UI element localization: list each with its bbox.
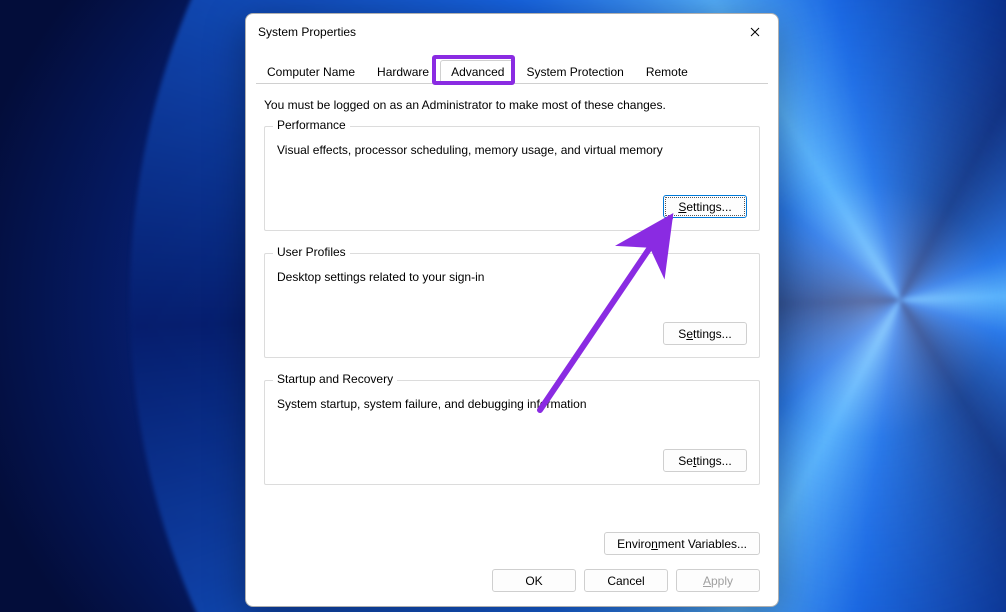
close-icon [750,27,760,37]
startup-recovery-desc: System startup, system failure, and debu… [277,397,747,411]
tab-remote[interactable]: Remote [635,60,699,83]
performance-group: Performance Visual effects, processor sc… [264,126,760,231]
env-variables-row: Environment Variables... [246,532,778,555]
tab-content: You must be logged on as an Administrato… [246,84,778,528]
tab-advanced[interactable]: Advanced [440,60,515,84]
apply-button[interactable]: Apply [676,569,760,592]
performance-desc: Visual effects, processor scheduling, me… [277,143,747,157]
performance-settings-button[interactable]: Settings... [663,195,747,218]
titlebar: System Properties [246,14,778,50]
ok-button[interactable]: OK [492,569,576,592]
tab-hardware[interactable]: Hardware [366,60,440,83]
system-properties-dialog: System Properties Computer Name Hardware… [245,13,779,607]
user-profiles-group: User Profiles Desktop settings related t… [264,253,760,358]
user-profiles-desc: Desktop settings related to your sign-in [277,270,747,284]
tab-strip: Computer Name Hardware Advanced System P… [256,60,768,84]
environment-variables-button[interactable]: Environment Variables... [604,532,760,555]
tab-computer-name[interactable]: Computer Name [256,60,366,83]
close-button[interactable] [732,16,778,48]
startup-recovery-group-title: Startup and Recovery [273,372,397,386]
performance-group-title: Performance [273,118,350,132]
user-profiles-settings-button[interactable]: Settings... [663,322,747,345]
startup-recovery-group: Startup and Recovery System startup, sys… [264,380,760,485]
startup-recovery-settings-button[interactable]: Settings... [663,449,747,472]
tab-system-protection[interactable]: System Protection [515,60,634,83]
admin-notice: You must be logged on as an Administrato… [264,98,760,112]
window-title: System Properties [258,25,356,39]
cancel-button[interactable]: Cancel [584,569,668,592]
dialog-footer: OK Cancel Apply [246,555,778,606]
user-profiles-group-title: User Profiles [273,245,350,259]
